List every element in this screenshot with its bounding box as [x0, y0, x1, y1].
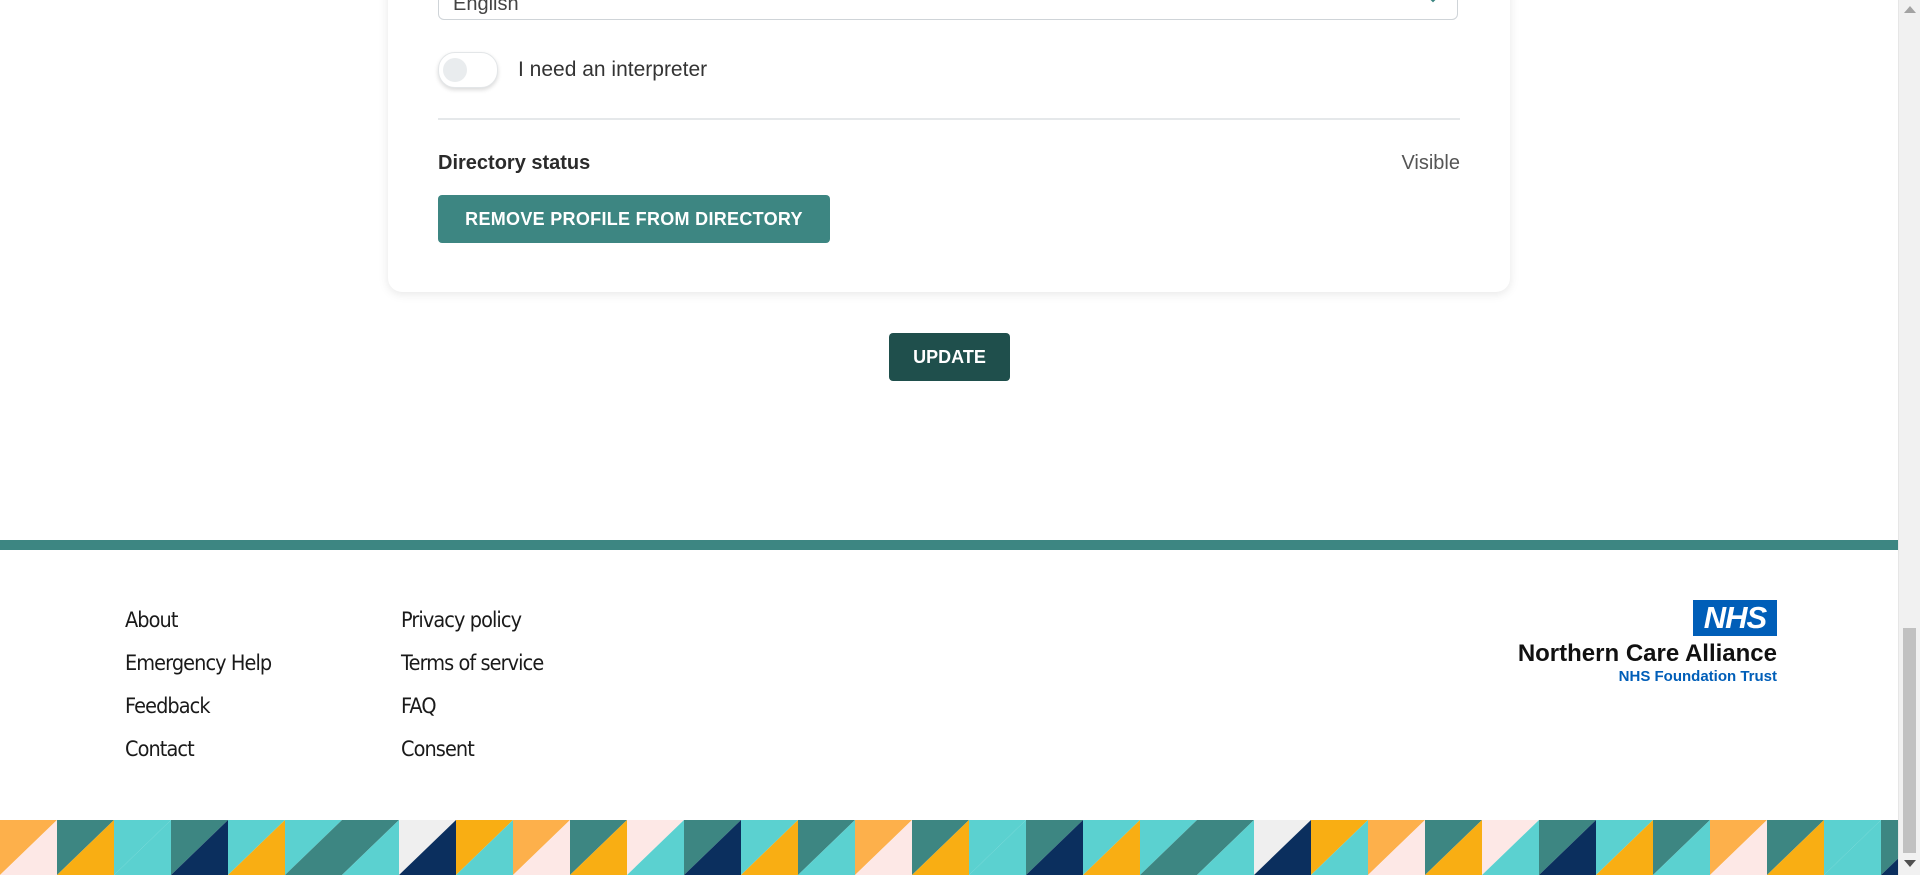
nhs-badge: NHS: [1693, 600, 1777, 636]
scroll-up-arrow-icon[interactable]: [1904, 6, 1916, 13]
footer-link-terms-of-service[interactable]: Terms of service: [401, 651, 544, 694]
directory-status-value: Visible: [1401, 152, 1460, 174]
footer-link-consent[interactable]: Consent: [401, 737, 543, 780]
org-name: Northern Care Alliance: [1517, 640, 1777, 667]
footer-link-feedback[interactable]: Feedback: [125, 694, 271, 737]
language-select[interactable]: English: [438, 0, 1458, 20]
directory-status-label: Directory status: [438, 152, 591, 174]
language-select-value: English: [453, 0, 519, 15]
chevron-down-icon: [1430, 0, 1436, 3]
interpreter-toggle[interactable]: [438, 52, 498, 88]
vertical-scrollbar[interactable]: [1898, 0, 1920, 875]
remove-profile-button[interactable]: REMOVE PROFILE FROM DIRECTORY: [438, 195, 830, 243]
footer-links-legal: Privacy policy Terms of service FAQ Cons…: [401, 608, 556, 780]
footer-link-privacy-policy[interactable]: Privacy policy: [401, 608, 543, 651]
decorative-pattern: [0, 820, 1898, 875]
footer-link-faq[interactable]: FAQ: [401, 694, 543, 737]
footer-link-contact[interactable]: Contact: [125, 737, 271, 780]
toggle-knob: [443, 58, 467, 82]
nhs-logo: NHS Northern Care Alliance NHS Foundatio…: [1515, 600, 1777, 688]
footer-link-about[interactable]: About: [125, 608, 271, 651]
org-subtitle: NHS Foundation Trust: [1618, 668, 1777, 685]
footer-top-bar: [0, 540, 1898, 550]
footer-links-primary: About Emergency Help Feedback Contact: [125, 608, 284, 780]
scroll-thumb[interactable]: [1903, 628, 1916, 853]
scroll-down-arrow-icon[interactable]: [1904, 860, 1916, 867]
interpreter-label: I need an interpreter: [518, 58, 708, 81]
profile-card: English I need an interpreter Directory …: [388, 0, 1510, 292]
footer-link-emergency-help[interactable]: Emergency Help: [125, 651, 272, 694]
divider: [438, 118, 1460, 120]
update-button[interactable]: UPDATE: [889, 333, 1010, 381]
page: English I need an interpreter Directory …: [0, 0, 1898, 875]
